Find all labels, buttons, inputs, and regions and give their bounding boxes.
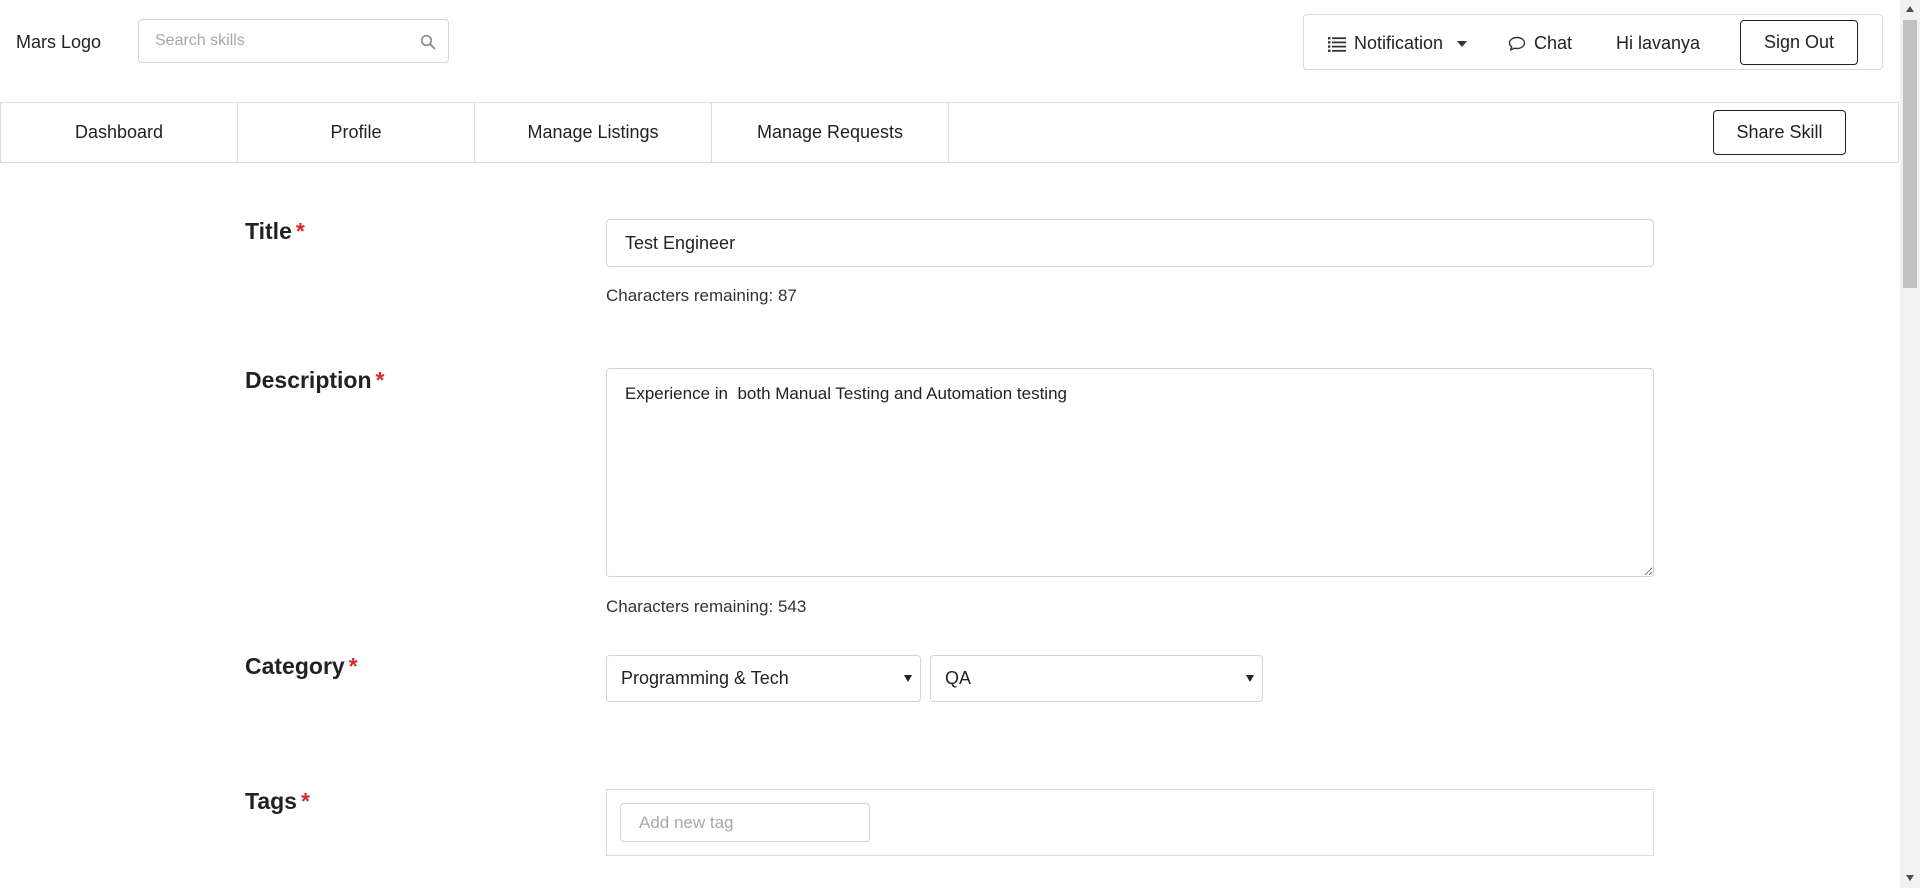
top-menu: Notification Chat Hi lavanya Sign Out [1303, 14, 1883, 70]
chat-label: Chat [1534, 33, 1573, 53]
scroll-down-arrow-icon[interactable] [1905, 874, 1915, 882]
title-input[interactable] [606, 219, 1654, 267]
description-label-text: Description [245, 367, 372, 393]
search-input[interactable] [155, 30, 405, 52]
scrollbar-thumb[interactable] [1903, 20, 1917, 288]
title-label: Title * [245, 218, 305, 245]
tag-input[interactable] [620, 803, 870, 842]
vertical-scrollbar[interactable] [1900, 0, 1920, 888]
user-greeting[interactable]: Hi lavanya [1616, 33, 1700, 54]
title-label-text: Title [245, 218, 292, 244]
dropdown-arrow-icon [1246, 675, 1254, 682]
required-marker: * [300, 788, 310, 814]
description-label: Description * [245, 367, 384, 394]
tags-label-text: Tags [245, 788, 297, 814]
tab-manage-requests[interactable]: Manage Requests [712, 103, 949, 162]
caret-down-icon [1457, 40, 1468, 47]
search-icon[interactable] [420, 34, 436, 50]
category-select-value: Programming & Tech [621, 668, 789, 688]
scroll-up-arrow-icon[interactable] [1905, 5, 1915, 13]
description-textarea[interactable]: Experience in both Manual Testing and Au… [606, 368, 1654, 577]
notification-label: Notification [1354, 33, 1444, 53]
required-marker: * [348, 653, 358, 679]
main-nav: Dashboard Profile Manage Listings Manage… [0, 102, 1899, 163]
tab-manage-listings[interactable]: Manage Listings [475, 103, 712, 162]
tab-dashboard[interactable]: Dashboard [1, 103, 238, 162]
chat-icon [1508, 36, 1526, 51]
subcategory-select-value: QA [945, 668, 972, 688]
category-label: Category * [245, 653, 358, 680]
tags-container [606, 789, 1654, 856]
description-chars-remaining: Characters remaining: 543 [606, 597, 807, 616]
tab-profile[interactable]: Profile [238, 103, 475, 162]
chat-link[interactable]: Chat [1508, 33, 1572, 54]
search-box [138, 19, 449, 63]
logo[interactable]: Mars Logo [16, 32, 101, 53]
page: Mars Logo Notification [0, 0, 1900, 888]
share-skill-button[interactable]: Share Skill [1713, 110, 1846, 155]
subcategory-select[interactable]: QA [930, 655, 1263, 702]
notification-dropdown[interactable]: Notification [1328, 33, 1468, 54]
required-marker: * [375, 367, 385, 393]
dropdown-arrow-icon [904, 675, 912, 682]
category-label-text: Category [245, 653, 345, 679]
title-chars-remaining: Characters remaining: 87 [606, 286, 797, 305]
sign-out-button[interactable]: Sign Out [1740, 20, 1858, 65]
list-icon [1328, 36, 1346, 52]
required-marker: * [295, 218, 305, 244]
category-select[interactable]: Programming & Tech [606, 655, 921, 702]
tags-label: Tags * [245, 788, 310, 815]
